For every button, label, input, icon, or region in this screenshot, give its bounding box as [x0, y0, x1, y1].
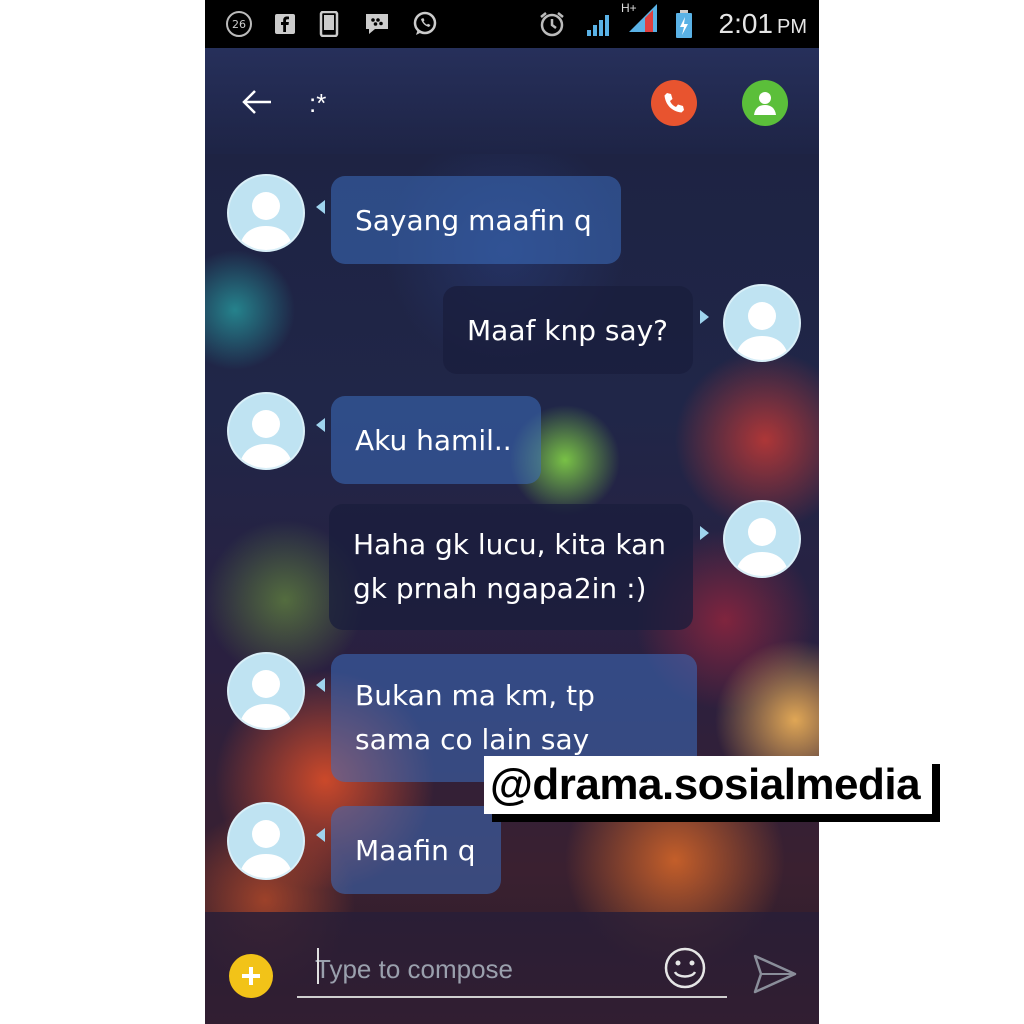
back-button[interactable] [239, 84, 275, 120]
watermark-text: @drama.sosialmedia [484, 756, 933, 814]
message-bubble-outgoing[interactable]: Maaf knp say? [443, 286, 693, 374]
message-bubble-incoming[interactable]: Aku hamil.. [331, 396, 541, 484]
conversation-title: :* [309, 88, 327, 118]
message-text: Aku hamil.. [355, 423, 512, 457]
default-avatar-icon [239, 410, 293, 468]
smiley-icon [664, 947, 706, 989]
plus-icon [242, 967, 260, 985]
message-bubble-incoming[interactable]: Sayang maafin q [331, 176, 621, 264]
phone-screen: 26 H+ 2:01 PM:* Sayang maafin q Maaf kn… [205, 0, 819, 1024]
bubble-tail [700, 310, 709, 324]
arrow-left-icon [242, 90, 271, 114]
default-avatar-icon [735, 302, 789, 360]
composer-bar [205, 912, 819, 1024]
network-type: H+ [621, 1, 637, 15]
signal-icon [585, 12, 619, 36]
phone-icon [664, 93, 684, 113]
bbm-icon [363, 12, 391, 36]
person-icon [754, 92, 776, 115]
avatar [227, 392, 305, 470]
message-text: Maafin q [355, 833, 476, 867]
battery-icon [675, 10, 693, 38]
avatar [723, 284, 801, 362]
message-text-line: Haha gk lucu, kita kan [353, 528, 667, 561]
alarm-icon [537, 12, 567, 37]
conversation-toolbar: :* [205, 48, 819, 154]
message-bubble-outgoing[interactable]: Haha gk lucu, kita kan gk prnah ngapa2in… [329, 504, 693, 630]
avatar [227, 652, 305, 730]
clock-time: 2:01 [718, 8, 774, 39]
send-button[interactable] [751, 950, 799, 998]
avatar [723, 500, 801, 578]
facebook-icon [273, 12, 297, 36]
bubble-tail [316, 828, 325, 842]
call-button[interactable] [651, 80, 697, 126]
default-avatar-icon [735, 518, 789, 576]
message-bubble-incoming[interactable]: Maafin q [331, 806, 501, 894]
default-avatar-icon [239, 820, 293, 878]
bubble-tail [316, 678, 325, 692]
contact-button[interactable] [742, 80, 788, 126]
add-attachment-button[interactable] [229, 954, 273, 998]
avatar [227, 802, 305, 880]
avatar [227, 174, 305, 252]
send-icon [753, 954, 797, 994]
network-signal-icon: H+ [619, 1, 663, 32]
clock-ampm: PM [777, 16, 807, 38]
default-avatar-icon [239, 670, 293, 728]
notification-count: 26 [232, 18, 246, 31]
status-bar: 26 H+ 2:01 PM [205, 0, 819, 48]
bubble-tail [316, 418, 325, 432]
phone-device-icon [319, 11, 339, 37]
notification-count-icon: 26 [225, 11, 253, 37]
whatsapp-icon [411, 11, 439, 36]
default-avatar-icon [239, 192, 293, 250]
message-text: Sayang maafin q [355, 203, 592, 237]
message-text-line: gk prnah ngapa2in :) [353, 572, 647, 605]
text-cursor [317, 948, 319, 984]
bubble-tail [316, 200, 325, 214]
message-text-line: Bukan ma km, tp [355, 679, 595, 712]
emoji-button[interactable] [663, 946, 707, 990]
clock: 2:01 PM [719, 8, 808, 40]
bubble-tail [700, 526, 709, 540]
message-text: Maaf knp say? [467, 313, 669, 347]
